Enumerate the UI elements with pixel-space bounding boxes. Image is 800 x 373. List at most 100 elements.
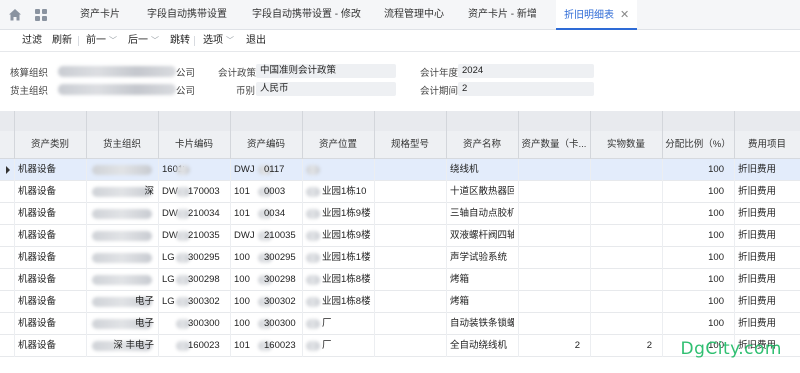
cell-owner[interactable]: 深 丰电子	[90, 335, 154, 357]
cell-category[interactable]: 机器设备	[18, 269, 82, 291]
cell-card-code[interactable]: 300295	[188, 247, 228, 269]
cell-expense[interactable]: 折旧费用	[738, 247, 796, 269]
cell-owner[interactable]: 深	[90, 181, 154, 203]
cell-location[interactable]: 业园1栋8楼	[322, 269, 372, 291]
cell-location[interactable]: 业园1栋9楼	[322, 225, 372, 247]
cell-owner[interactable]: 电子	[90, 313, 154, 335]
exit-button[interactable]: 退出	[246, 34, 266, 48]
next-button[interactable]: 后一 ﹀	[128, 34, 159, 48]
close-icon[interactable]: ✕	[620, 9, 629, 21]
cell-asset-code-prefix[interactable]: 100	[234, 313, 258, 335]
table-row[interactable]: 机器设备 LG 300298 100 300298 业园1栋8楼 烤箱 100 折旧费用	[0, 269, 800, 291]
cell-spec[interactable]	[378, 225, 442, 247]
cell-card-code[interactable]: 210035	[188, 225, 228, 247]
cell-real-qty[interactable]	[594, 181, 658, 203]
cell-asset-name[interactable]: 自动装铁条锁螺丝	[450, 313, 514, 335]
cell-real-qty[interactable]	[594, 247, 658, 269]
cell-real-qty[interactable]	[594, 313, 658, 335]
cell-ratio[interactable]: 100	[666, 181, 730, 203]
options-button[interactable]: 选项 ﹀	[203, 34, 234, 48]
cell-ratio[interactable]: 100	[666, 313, 730, 335]
cell-category[interactable]: 机器设备	[18, 159, 82, 181]
tab-field-carry-settings-edit[interactable]: 字段自动携带设置 - 修改	[252, 0, 361, 30]
cell-card-qty[interactable]	[522, 313, 586, 335]
cell-spec[interactable]	[378, 335, 442, 357]
cell-asset-name[interactable]: 三轴自动点胶机TX	[450, 203, 514, 225]
cell-asset-name[interactable]: 烤箱	[450, 269, 514, 291]
cell-asset-code[interactable]: 0117	[264, 159, 302, 181]
cell-location[interactable]: 厂	[322, 335, 372, 357]
cell-real-qty[interactable]	[594, 159, 658, 181]
cell-ratio[interactable]: 100	[666, 225, 730, 247]
cell-category[interactable]: 机器设备	[18, 247, 82, 269]
cell-category[interactable]: 机器设备	[18, 335, 82, 357]
cell-asset-code[interactable]: 300300	[264, 313, 302, 335]
cell-category[interactable]: 机器设备	[18, 181, 82, 203]
tab-asset-card[interactable]: 资产卡片	[80, 0, 120, 30]
cell-card-qty[interactable]	[522, 203, 586, 225]
cell-category[interactable]: 机器设备	[18, 225, 82, 247]
currency-field[interactable]: 人民币	[256, 82, 396, 96]
cell-category[interactable]: 机器设备	[18, 203, 82, 225]
cell-asset-name[interactable]: 十道区散热器回流	[450, 181, 514, 203]
cell-asset-code[interactable]: 300302	[264, 291, 302, 313]
cell-location[interactable]: 厂	[322, 313, 372, 335]
cell-card-code[interactable]: 210034	[188, 203, 228, 225]
cell-card-qty[interactable]	[522, 247, 586, 269]
cell-spec[interactable]	[378, 159, 442, 181]
table-row[interactable]: 机器设备160117DWJ0117绕线机100折旧费用	[0, 159, 800, 181]
cell-asset-code[interactable]: 300295	[264, 247, 302, 269]
cell-expense[interactable]: 折旧费用	[738, 181, 796, 203]
cell-asset-code-prefix[interactable]: 100	[234, 269, 258, 291]
cell-location[interactable]: 业园1栋10	[322, 181, 372, 203]
cell-owner[interactable]	[90, 159, 154, 181]
col-header-location[interactable]: 资产位置	[302, 131, 374, 159]
cell-location[interactable]: 业园1栋1楼	[322, 247, 372, 269]
cell-asset-code-prefix[interactable]: 101	[234, 203, 258, 225]
cell-expense[interactable]: 折旧费用	[738, 291, 796, 313]
chevron-down-icon[interactable]: ﹀	[109, 34, 117, 48]
cell-asset-code[interactable]: 0034	[264, 203, 302, 225]
cell-spec[interactable]	[378, 313, 442, 335]
year-field[interactable]: 2024	[458, 64, 594, 78]
cell-real-qty[interactable]	[594, 269, 658, 291]
table-row[interactable]: 机器设备DW210035DWJ210035业园1栋9楼双液螺杆阀四轴点100折旧…	[0, 225, 800, 247]
col-header-card-qty[interactable]: 资产数量（卡...	[518, 131, 590, 159]
cell-asset-code[interactable]: 160023	[264, 335, 302, 357]
filter-button[interactable]: 过滤	[22, 34, 42, 48]
cell-asset-name[interactable]: 双液螺杆阀四轴点	[450, 225, 514, 247]
col-header-asset-name[interactable]: 资产名称	[446, 131, 518, 159]
home-icon[interactable]	[8, 8, 22, 22]
cell-ratio[interactable]: 100	[666, 247, 730, 269]
cell-expense[interactable]: 折旧费用	[738, 225, 796, 247]
chevron-down-icon[interactable]: ﹀	[151, 34, 159, 48]
cell-card-qty[interactable]	[522, 225, 586, 247]
cell-card-code[interactable]: 300298	[188, 269, 228, 291]
cell-asset-code-prefix[interactable]: 101	[234, 181, 258, 203]
cell-owner[interactable]: 电子	[90, 291, 154, 313]
cell-expense[interactable]: 折旧费用	[738, 269, 796, 291]
table-row[interactable]: 机器设备DW2100341010034业园1栋9楼三轴自动点胶机TX100折旧费…	[0, 203, 800, 225]
jump-button[interactable]: 跳转	[170, 34, 190, 48]
cell-owner[interactable]	[90, 203, 154, 225]
cell-spec[interactable]	[378, 181, 442, 203]
col-header-expense[interactable]: 费用项目	[734, 131, 800, 159]
cell-ratio[interactable]: 100	[666, 203, 730, 225]
tab-asset-card-new[interactable]: 资产卡片 - 新增	[468, 0, 537, 30]
col-header-owner[interactable]: 货主组织	[86, 131, 158, 159]
cell-asset-code[interactable]: 0003	[264, 181, 302, 203]
cell-asset-code-prefix[interactable]: 101	[234, 335, 258, 357]
cell-expense[interactable]: 折旧费用	[738, 203, 796, 225]
cell-asset-code-prefix[interactable]: DWJ	[234, 225, 258, 247]
cell-card-code[interactable]: 300300	[188, 313, 228, 335]
table-row[interactable]: 机器设备 电子 LG 300302 100 300302 业园1栋8楼 烤箱 100 折旧费用	[0, 291, 800, 313]
cell-asset-name[interactable]: 声学试验系统	[450, 247, 514, 269]
col-header-real-qty[interactable]: 实物数量	[590, 131, 662, 159]
cell-location[interactable]	[322, 159, 372, 181]
cell-card-code[interactable]: 300302	[188, 291, 228, 313]
table-row[interactable]: 机器设备深DW1700031010003业园1栋10十道区散热器回流100折旧费…	[0, 181, 800, 203]
cell-card-qty[interactable]	[522, 291, 586, 313]
col-header-card-code[interactable]: 卡片编码	[158, 131, 230, 159]
cell-real-qty[interactable]	[594, 225, 658, 247]
chevron-down-icon[interactable]: ﹀	[226, 34, 234, 48]
